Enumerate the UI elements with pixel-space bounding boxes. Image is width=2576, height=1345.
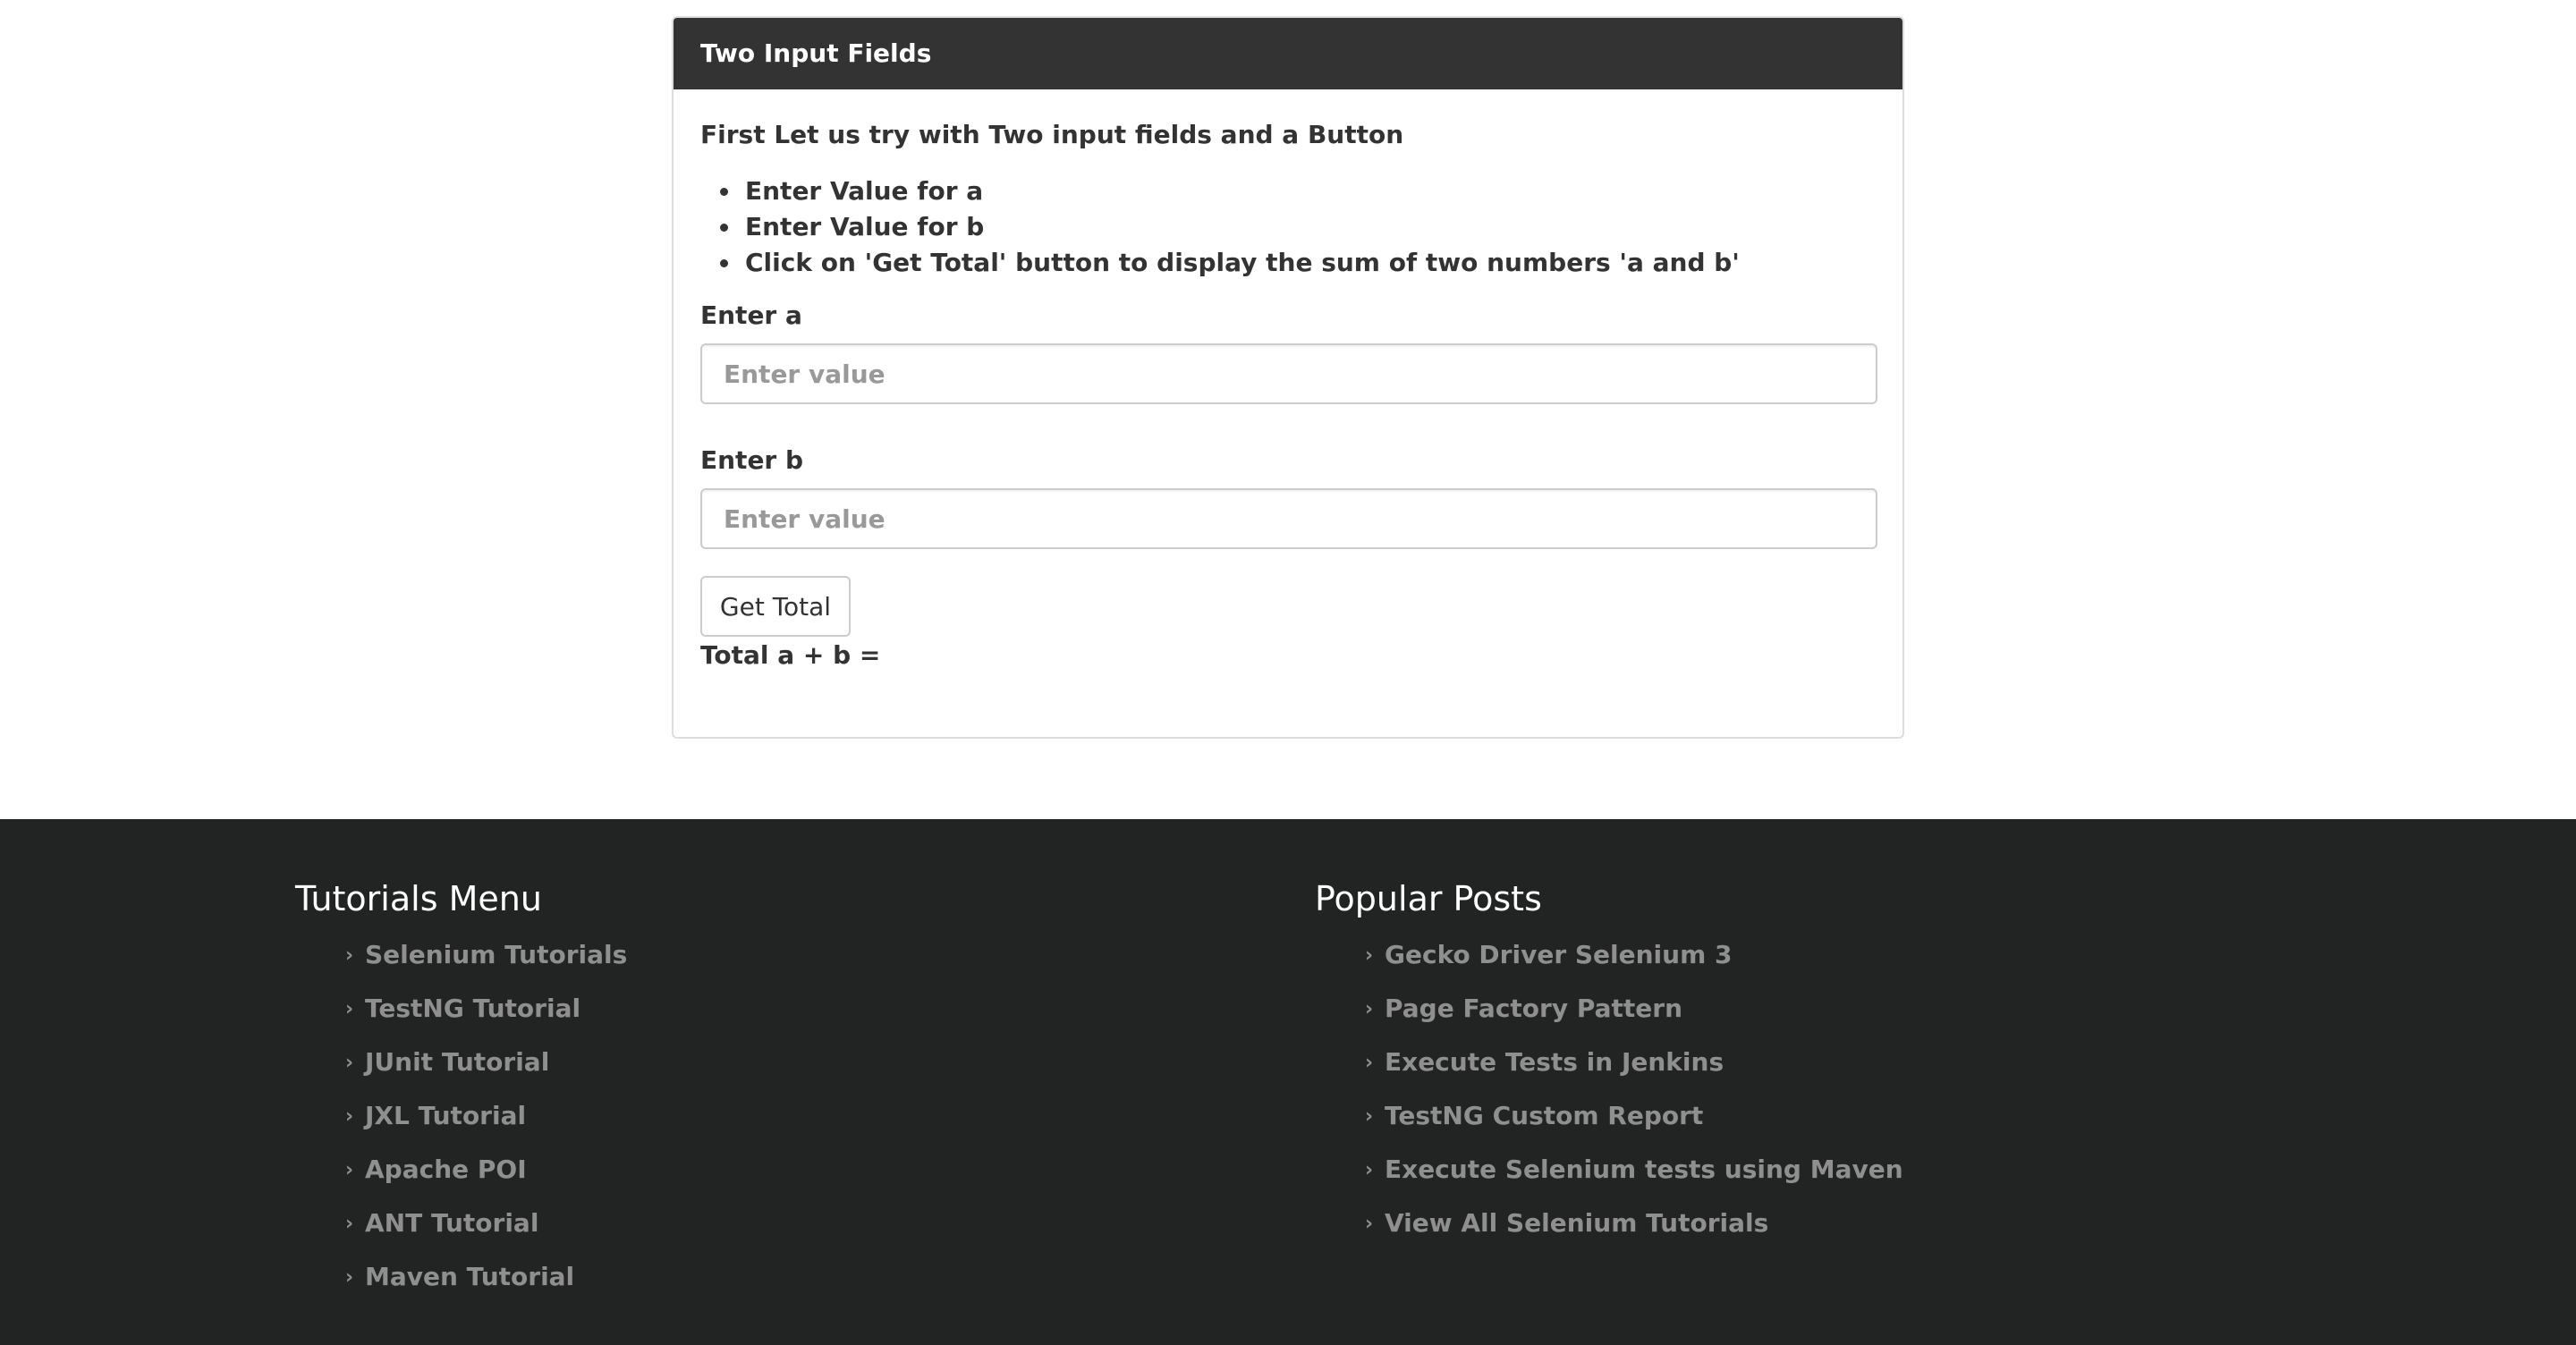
list-item: › JXL Tutorial [345,1098,1100,1152]
chevron-right-icon: › [1365,998,1374,1020]
chevron-right-icon: › [1365,944,1374,967]
panel-heading: Two Input Fields [674,18,1902,89]
link-junit-tutorial[interactable]: JUnit Tutorial [365,1045,549,1080]
chevron-right-icon: › [345,1266,354,1289]
intro-text: First Let us try with Two input fields a… [700,120,1404,149]
link-testng-custom-report[interactable]: TestNG Custom Report [1385,1098,1703,1134]
chevron-right-icon: › [1365,1105,1374,1128]
list-item: › ANT Tutorial [345,1205,1100,1259]
tutorials-menu-title: Tutorials Menu [295,879,542,918]
link-apache-poi[interactable]: Apache POI [365,1152,527,1188]
chevron-right-icon: › [345,944,354,967]
popular-posts: Popular Posts › Gecko Driver Selenium 3 ›… [1315,878,2120,1259]
tutorials-menu: Tutorials Menu › Selenium Tutorials › Test… [295,878,1100,1313]
chevron-right-icon: › [345,1052,354,1074]
list-item: › JUnit Tutorial [345,1045,1100,1098]
get-total-button[interactable]: Get Total [700,576,851,637]
popular-posts-list: › Gecko Driver Selenium 3 › Page Factory P… [1315,937,2120,1259]
total-label: Total a + b = [700,640,881,670]
list-item: › TestNG Custom Report [1365,1098,2120,1152]
link-selenium-maven[interactable]: Execute Selenium tests using Maven [1385,1152,1903,1188]
link-testng-tutorial[interactable]: TestNG Tutorial [365,991,580,1027]
chevron-right-icon: › [345,998,354,1020]
list-item: › TestNG Tutorial [345,991,1100,1045]
label-enter-a: Enter a [700,300,802,330]
chevron-right-icon: › [1365,1213,1374,1235]
link-maven-tutorial[interactable]: Maven Tutorial [365,1259,574,1295]
list-item: › Execute Tests in Jenkins [1365,1045,2120,1098]
link-jxl-tutorial[interactable]: JXL Tutorial [365,1098,526,1134]
link-selenium-tutorials[interactable]: Selenium Tutorials [365,937,627,973]
chevron-right-icon: › [345,1105,354,1128]
link-page-factory[interactable]: Page Factory Pattern [1385,991,1682,1027]
list-item: › Maven Tutorial [345,1259,1100,1313]
footer: Tutorials Menu › Selenium Tutorials › Test… [0,819,2576,1345]
chevron-right-icon: › [345,1159,354,1181]
instruction-item: Click on 'Get Total' button to display t… [720,245,1876,281]
two-input-fields-panel: Two Input Fields First Let us try with T… [672,16,1904,739]
list-item: › Selenium Tutorials [345,937,1100,991]
chevron-right-icon: › [1365,1159,1374,1181]
link-gecko-driver[interactable]: Gecko Driver Selenium 3 [1385,937,1733,973]
list-item: › Apache POI [345,1152,1100,1205]
panel-body: First Let us try with Two input fields a… [674,89,1902,672]
instruction-list: Enter Value for a Enter Value for b Clic… [700,173,1876,281]
page: Two Input Fields First Let us try with T… [0,0,2576,1345]
popular-posts-title: Popular Posts [1315,879,1542,918]
link-ant-tutorial[interactable]: ANT Tutorial [365,1205,538,1241]
link-view-all-tutorials[interactable]: View All Selenium Tutorials [1385,1205,1768,1241]
instruction-item: Enter Value for a [720,173,1876,209]
label-enter-b: Enter b [700,445,804,475]
tutorials-menu-list: › Selenium Tutorials › TestNG Tutorial › JU… [295,937,1100,1313]
chevron-right-icon: › [1365,1052,1374,1074]
instruction-item: Enter Value for b [720,209,1876,245]
list-item: › Execute Selenium tests using Maven [1365,1152,2120,1205]
list-item: › Gecko Driver Selenium 3 [1365,937,2120,991]
link-execute-tests-jenkins[interactable]: Execute Tests in Jenkins [1385,1045,1724,1080]
chevron-right-icon: › [345,1213,354,1235]
list-item: › Page Factory Pattern [1365,991,2120,1045]
input-b[interactable] [700,488,1877,549]
input-a[interactable] [700,343,1877,404]
list-item: › View All Selenium Tutorials [1365,1205,2120,1259]
